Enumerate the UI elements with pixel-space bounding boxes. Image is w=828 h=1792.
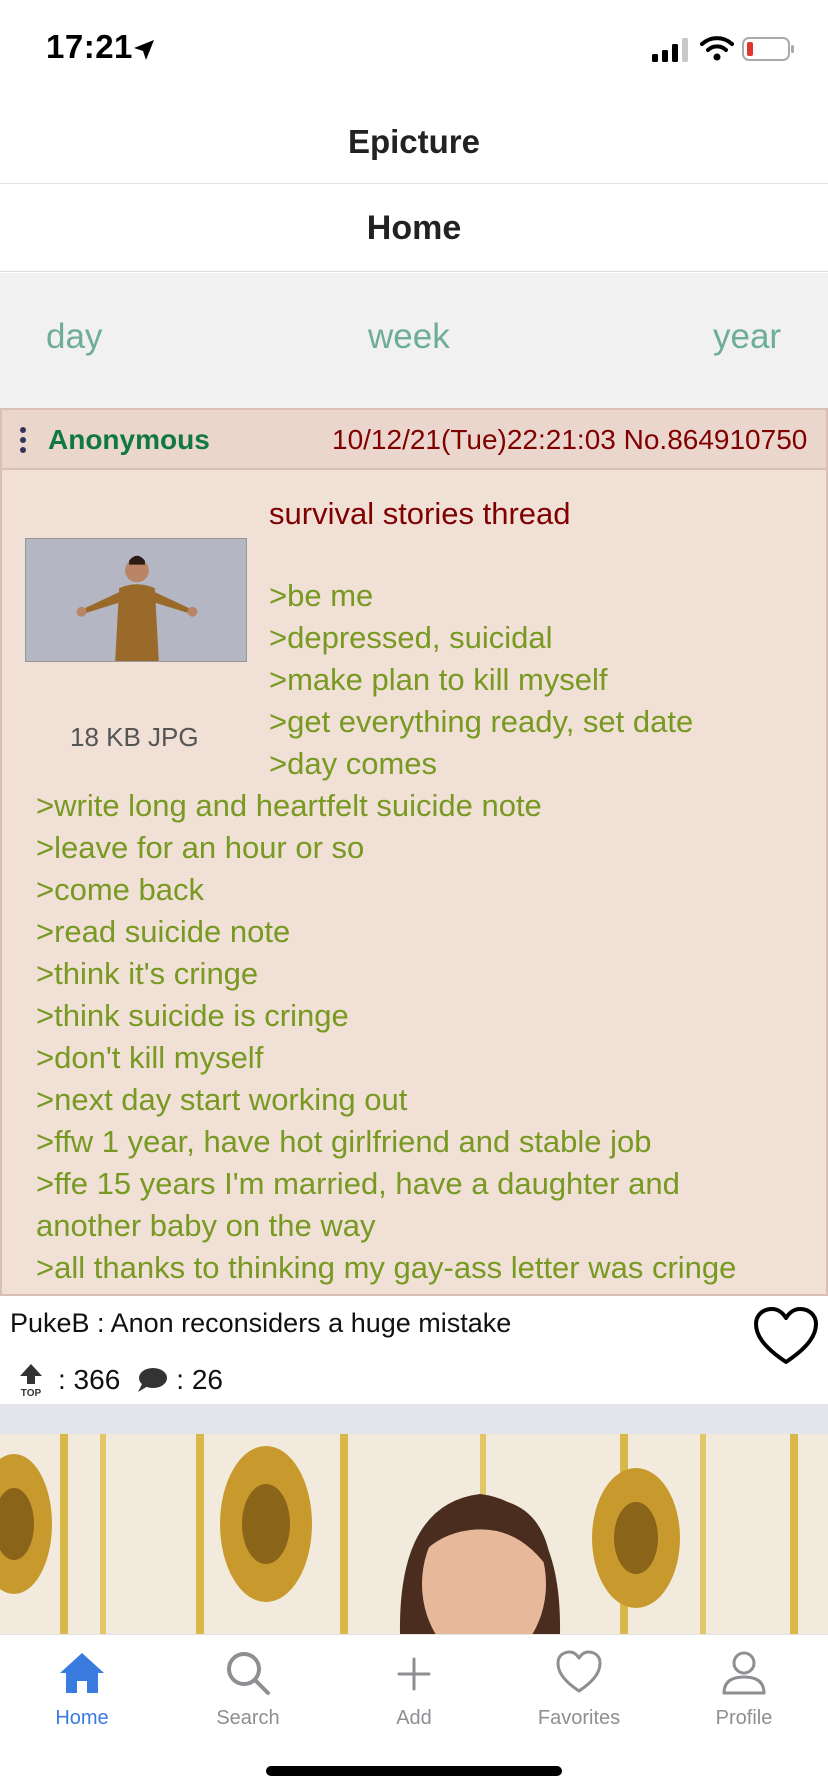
tab-profile-label: Profile — [715, 1707, 773, 1729]
period-day-button[interactable]: day — [46, 317, 102, 357]
greentext-line: >all thanks to thinking my gay-ass lette… — [36, 1250, 737, 1285]
wifi-icon — [700, 36, 734, 61]
tab-favorites[interactable]: Favorites — [519, 1647, 639, 1747]
period-year-button[interactable]: year — [713, 317, 781, 357]
tab-home[interactable]: Home — [22, 1647, 142, 1747]
greentext-line: >don't kill myself — [36, 1040, 264, 1075]
greentext-line: >next day start working out — [36, 1082, 408, 1117]
period-week-button[interactable]: week — [368, 317, 450, 357]
tab-add[interactable]: Add — [354, 1647, 474, 1747]
post-image-author: Anonymous — [48, 424, 210, 455]
home-icon — [60, 1653, 104, 1693]
next-post-image[interactable] — [0, 1434, 828, 1634]
greentext-line: >think it's cringe — [36, 956, 259, 991]
upvote-top-icon: TOP — [20, 1364, 42, 1398]
post-image[interactable]: Anonymous 10/12/21(Tue)22:21:03 No.86491… — [0, 408, 828, 1296]
comment-count: : 26 — [176, 1364, 223, 1395]
greentext-line: >day comes — [269, 746, 438, 781]
top-icon-label: TOP — [21, 1388, 42, 1398]
greentext-line: >get everything ready, set date — [269, 704, 694, 739]
menu-dots-icon — [20, 427, 26, 453]
post-caption: PukeB : Anon reconsiders a huge mistake — [10, 1308, 512, 1338]
tab-profile[interactable]: Profile — [684, 1647, 804, 1747]
greentext-line: >read suicide note — [36, 914, 291, 949]
post-file-size: 18 KB JPG — [70, 722, 199, 752]
post-subject: survival stories thread — [269, 496, 571, 531]
home-indicator[interactable] — [266, 1766, 562, 1776]
heart-icon — [556, 1650, 602, 1693]
comment-bubble-icon — [138, 1368, 168, 1392]
feed-separator — [0, 1404, 828, 1434]
greentext-line: >think suicide is cringe — [36, 998, 349, 1033]
tab-favorites-label: Favorites — [537, 1707, 621, 1729]
post-image-meta: 10/12/21(Tue)22:21:03 No.864910750 — [332, 424, 808, 455]
tab-home-label: Home — [55, 1707, 109, 1729]
greentext-line: >be me — [269, 578, 374, 613]
status-time: 17:21 — [46, 28, 133, 65]
greentext-line: >make plan to kill myself — [269, 662, 608, 697]
page-title: Home — [0, 185, 828, 272]
greentext-line: >ffw 1 year, have hot girlfriend and sta… — [36, 1124, 652, 1159]
greentext-line: >depressed, suicidal — [269, 620, 553, 655]
greentext-line: >come back — [36, 872, 205, 907]
cellular-signal-icon — [652, 38, 688, 62]
period-filter: day week year — [0, 273, 828, 408]
post-thumbnail — [25, 538, 247, 662]
tab-add-label: Add — [396, 1707, 432, 1729]
upvote-count: : 366 — [58, 1364, 121, 1395]
post-stats: TOP : 366 : 26 — [16, 1360, 223, 1400]
tab-search[interactable]: Search — [188, 1647, 308, 1747]
greentext-line: >leave for an hour or so — [36, 830, 365, 865]
post-image-header: Anonymous 10/12/21(Tue)22:21:03 No.86491… — [2, 410, 826, 470]
tab-search-label: Search — [216, 1707, 280, 1729]
greentext-line: >write long and heartfelt suicide note — [36, 788, 542, 823]
search-icon — [227, 1652, 270, 1695]
greentext-line: >ffe 15 years I'm married, have a daught… — [36, 1166, 680, 1201]
battery-low-icon — [742, 37, 794, 61]
favorite-heart-button[interactable] — [752, 1306, 820, 1368]
greentext-line: another baby on the way — [36, 1208, 376, 1243]
plus-icon — [397, 1657, 431, 1691]
status-bar: 17:21 — [0, 0, 828, 100]
app-title: Epicture — [0, 100, 828, 184]
person-icon — [722, 1651, 766, 1695]
location-arrow-icon — [134, 40, 154, 60]
